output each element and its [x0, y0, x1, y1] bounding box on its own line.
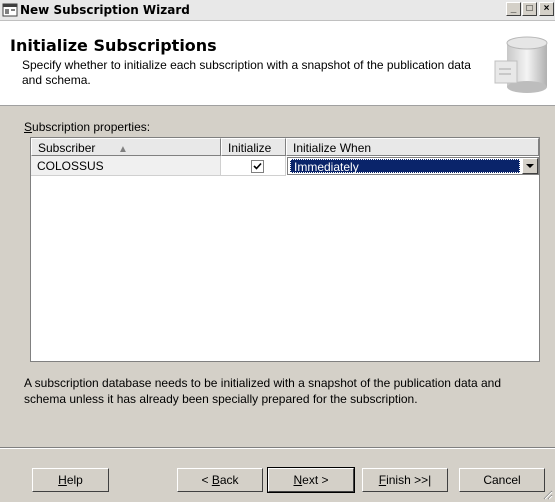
checkmark-icon	[253, 162, 262, 170]
grid-header: Subscriber ▲ Initialize Initialize When	[31, 138, 539, 156]
wizard-header: Initialize Subscriptions Specify whether…	[0, 21, 555, 106]
dropdown-button[interactable]	[522, 158, 538, 174]
help-label: elp	[66, 473, 83, 487]
back-accel: B	[211, 473, 220, 487]
minimize-button[interactable]: _	[506, 2, 521, 16]
column-header-initialize[interactable]: Initialize	[221, 138, 286, 156]
minimize-icon: _	[510, 3, 517, 14]
chevron-down-icon	[526, 164, 534, 168]
back-prefix: <	[201, 473, 212, 487]
database-cylinder-icon	[494, 36, 548, 93]
next-label: ext >	[302, 473, 329, 487]
close-button[interactable]: ×	[539, 2, 554, 16]
footer-separator	[0, 447, 555, 449]
page-description: Specify whether to initialize each subsc…	[22, 58, 471, 87]
column-header-subscriber[interactable]: Subscriber ▲	[31, 138, 221, 156]
cell-subscriber: COLOSSUS	[31, 156, 221, 176]
help-accel: H	[58, 473, 67, 487]
cancel-button[interactable]: Cancel	[459, 468, 545, 492]
wizard-app-icon	[2, 3, 18, 17]
page-title: Initialize Subscriptions	[10, 36, 217, 55]
initialize-checkbox[interactable]	[251, 160, 264, 173]
next-button[interactable]: Next >	[267, 467, 355, 493]
title-bar: New Subscription Wizard _ □ ×	[0, 0, 555, 21]
resize-grip-icon[interactable]	[541, 488, 553, 500]
finish-label: inish >>|	[386, 473, 432, 487]
subscription-properties-label-text: ubscription properties:	[32, 120, 151, 134]
initialize-when-value: Immediately	[290, 159, 520, 174]
finish-accel: F	[378, 473, 387, 487]
info-text: A subscription database needs to be init…	[24, 376, 501, 406]
finish-button[interactable]: Finish >>|	[362, 468, 448, 492]
back-label: ack	[219, 473, 239, 487]
next-accel: N	[293, 473, 303, 487]
table-row[interactable]: COLOSSUS Immediately	[31, 156, 539, 176]
maximize-button[interactable]: □	[522, 2, 537, 16]
help-button[interactable]: Help	[32, 468, 109, 492]
subscription-properties-label: Subscription properties:	[24, 120, 150, 134]
maximize-icon: □	[526, 3, 533, 14]
subscription-grid[interactable]: Subscriber ▲ Initialize Initialize When …	[30, 137, 540, 362]
initialize-when-dropdown[interactable]: Immediately	[287, 157, 539, 175]
column-header-subscriber-label: Subscriber	[38, 141, 96, 155]
close-icon: ×	[543, 3, 550, 14]
back-button[interactable]: < Back	[177, 468, 263, 492]
column-header-initialize-when[interactable]: Initialize When	[286, 138, 539, 156]
window-title: New Subscription Wizard	[20, 3, 190, 17]
subscription-properties-accel: S	[24, 120, 33, 134]
